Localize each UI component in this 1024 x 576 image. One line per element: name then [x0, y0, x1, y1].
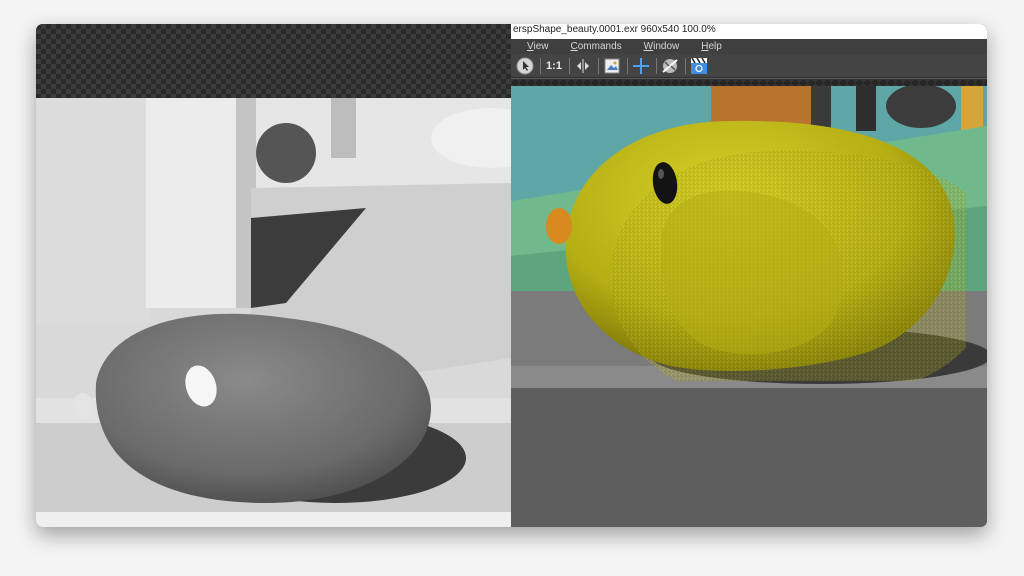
ratio-button[interactable]: 1:1	[544, 56, 564, 76]
image-icon[interactable]	[602, 56, 622, 76]
menu-commands[interactable]: Commands	[571, 41, 622, 52]
transparency-checker	[36, 24, 511, 98]
split-compare-icon[interactable]	[573, 56, 593, 76]
toolbar-separator	[598, 57, 599, 74]
render-toolbar: 1:1	[511, 54, 987, 78]
render-region-icon[interactable]	[660, 56, 680, 76]
toolbar-separator	[656, 57, 657, 74]
left-viewport	[36, 24, 511, 527]
clapper-icon[interactable]	[689, 56, 709, 76]
app-frame: erspShape_beauty.0001.exr 960x540 100.0%…	[36, 24, 987, 527]
grayscale-render	[36, 98, 511, 527]
crosshair-icon[interactable]	[631, 56, 651, 76]
render-image-area	[511, 79, 987, 527]
toolbar-separator	[569, 57, 570, 74]
window-title: erspShape_beauty.0001.exr 960x540 100.0%	[511, 24, 987, 39]
render-view-window: erspShape_beauty.0001.exr 960x540 100.0%…	[511, 24, 987, 527]
menu-bar: View Commands Window Help	[511, 39, 987, 54]
toolbar-separator	[627, 57, 628, 74]
menu-window[interactable]: Window	[644, 41, 680, 52]
toolbar-separator	[685, 57, 686, 74]
toolbar-separator	[540, 57, 541, 74]
menu-help[interactable]: Help	[701, 41, 722, 52]
color-render	[511, 86, 987, 527]
menu-view[interactable]: View	[527, 41, 549, 52]
cursor-icon[interactable]	[515, 56, 535, 76]
